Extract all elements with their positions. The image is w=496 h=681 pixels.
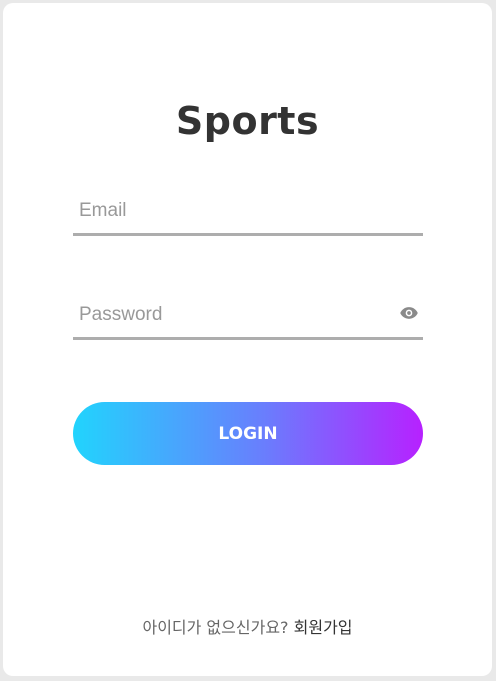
- signup-link[interactable]: 회원가입: [294, 618, 353, 637]
- eye-icon[interactable]: [399, 303, 419, 323]
- signup-prompt: 아이디가 없으신가요? 회원가입: [3, 614, 492, 638]
- email-field-container: [73, 189, 423, 236]
- signup-prompt-text: 아이디가 없으신가요?: [142, 618, 289, 637]
- page-title: Sports: [175, 99, 320, 143]
- password-input[interactable]: [73, 293, 389, 337]
- password-field-container: [73, 293, 423, 340]
- login-card: Sports LOGIN 아이디가 없으신가요? 회원가입: [3, 3, 492, 676]
- email-input[interactable]: [73, 189, 389, 233]
- login-button[interactable]: LOGIN: [73, 402, 423, 465]
